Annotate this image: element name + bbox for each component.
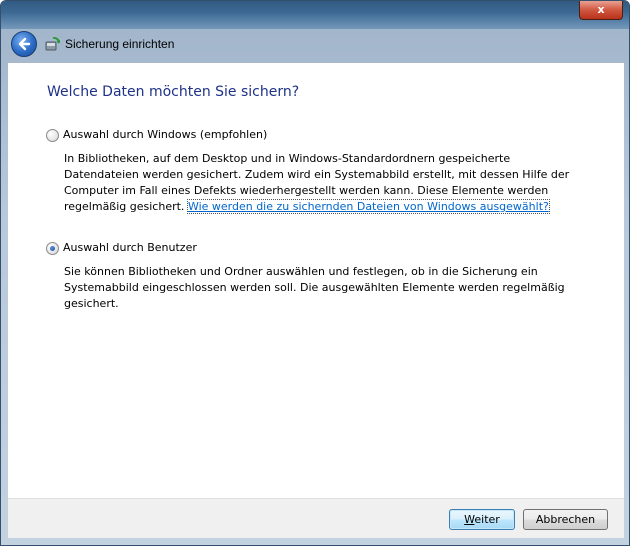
help-link[interactable]: Wie werden die zu sichernden Dateien von… xyxy=(186,199,550,214)
radio-label-windows[interactable]: Auswahl durch Windows (empfohlen) xyxy=(63,128,267,141)
back-button[interactable] xyxy=(11,31,37,57)
backup-icon xyxy=(45,37,60,51)
wizard-content: Welche Daten möchten Sie sichern? Auswah… xyxy=(8,62,624,499)
close-button[interactable]: x xyxy=(579,1,623,20)
close-icon: x xyxy=(597,3,605,16)
title-bar[interactable] xyxy=(1,1,629,29)
next-button-accel: W xyxy=(464,513,475,526)
radio-selected-dot xyxy=(50,246,55,251)
description-windows: In Bibliotheken, auf dem Desktop und in … xyxy=(64,151,574,215)
window-title: Sicherung einrichten xyxy=(65,37,175,51)
description-user-text: Sie können Bibliotheken und Ordner auswä… xyxy=(64,265,565,310)
description-user: Sie können Bibliotheken und Ordner auswä… xyxy=(64,264,574,312)
next-button-label: eiter xyxy=(474,513,500,526)
page-heading: Welche Daten möchten Sie sichern? xyxy=(47,84,300,100)
radio-label-user[interactable]: Auswahl durch Benutzer xyxy=(63,241,197,254)
cancel-button[interactable]: Abbrechen xyxy=(523,509,608,530)
wizard-window: x Sicherung einrichten Welche Daten möch… xyxy=(0,0,630,546)
radio-button-user[interactable] xyxy=(46,242,59,255)
radio-button-windows[interactable] xyxy=(46,129,59,142)
next-button[interactable]: Weiter xyxy=(449,509,515,530)
wizard-footer: Weiter Abbrechen xyxy=(8,498,624,538)
nav-bar: Sicherung einrichten xyxy=(8,29,624,61)
back-arrow-icon xyxy=(18,37,31,51)
